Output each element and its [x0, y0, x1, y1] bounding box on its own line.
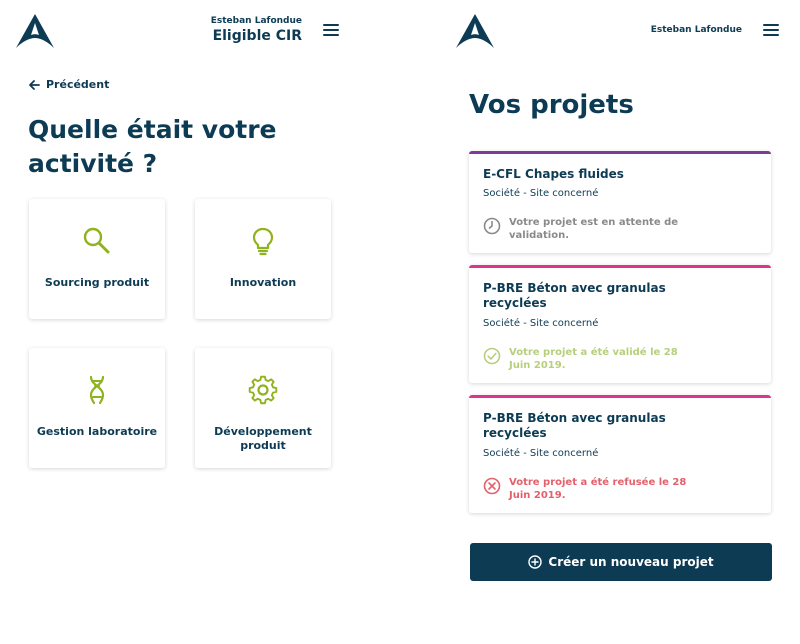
user-info: Esteban Lafondue [651, 25, 742, 36]
new-project-button[interactable]: Créer un nouveau projet [470, 543, 772, 581]
new-project-label: Créer un nouveau projet [548, 555, 714, 569]
status-text: Votre projet est en attente de validatio… [509, 217, 679, 241]
x-circle-icon [483, 477, 501, 495]
activity-label: Gestion laboratoire [36, 425, 158, 438]
page-title: Vos projets [469, 90, 634, 120]
gear-icon [248, 375, 278, 405]
activity-card-developpement[interactable]: Développement produit [195, 348, 331, 468]
user-name: Esteban Lafondue [650, 25, 742, 35]
project-subtitle: Société - Site concerné [483, 318, 599, 329]
user-name: Esteban Lafondue [210, 16, 302, 26]
activity-card-laboratoire[interactable]: Gestion laboratoire [29, 348, 165, 468]
activity-label: Développement produit [214, 425, 312, 452]
app-logo[interactable] [455, 13, 495, 49]
menu-icon[interactable] [763, 24, 781, 38]
project-status: Votre projet a été validé le 28 Juin 201… [483, 346, 699, 372]
activity-screen: Esteban Lafondue Eligible CIR Précédent … [0, 0, 390, 644]
activity-label: Innovation [229, 276, 297, 289]
back-button[interactable]: Précédent [28, 78, 109, 91]
project-status: Votre projet est en attente de validatio… [483, 216, 699, 242]
project-title: P-BRE Béton avec granulas recyclées [483, 411, 666, 440]
project-status: Votre projet a été refusée le 28 Juin 20… [483, 476, 699, 502]
project-subtitle: Société - Site concerné [483, 188, 599, 199]
projects-screen: Esteban Lafondue Vos projets E-CFL Chape… [440, 0, 800, 644]
project-title: P-BRE Béton avec granulas recyclées [483, 281, 666, 310]
question-title: Quelle était votre activité ? [28, 115, 277, 178]
arrow-left-icon [29, 79, 40, 90]
logo-icon [456, 14, 494, 48]
project-card[interactable]: P-BRE Béton avec granulas recyclées Soci… [469, 265, 771, 383]
project-card[interactable]: E-CFL Chapes fluides Société - Site conc… [469, 151, 771, 253]
project-title: E-CFL Chapes fluides [483, 167, 624, 181]
clock-icon [483, 217, 501, 235]
project-card[interactable]: P-BRE Béton avec granulas recyclées Soci… [469, 395, 771, 513]
activity-card-sourcing[interactable]: Sourcing produit [29, 199, 165, 319]
status-text: Votre projet a été refusée le 28 Juin 20… [509, 477, 687, 501]
magnifier-icon [82, 226, 112, 256]
lightbulb-icon [248, 226, 278, 256]
back-label: Précédent [46, 78, 110, 91]
user-info: Esteban Lafondue Eligible CIR [211, 16, 302, 45]
menu-icon[interactable] [323, 24, 341, 38]
status-text: Votre projet a été validé le 28 Juin 201… [509, 347, 678, 371]
project-subtitle: Société - Site concerné [483, 448, 599, 459]
app-logo[interactable] [15, 13, 55, 49]
logo-icon [16, 14, 54, 48]
plus-circle-icon [528, 555, 543, 569]
activity-card-innovation[interactable]: Innovation [195, 199, 331, 319]
dna-icon [82, 375, 112, 405]
user-status: Eligible CIR [212, 28, 302, 44]
check-circle-icon [483, 347, 501, 365]
activity-label: Sourcing produit [44, 276, 150, 289]
